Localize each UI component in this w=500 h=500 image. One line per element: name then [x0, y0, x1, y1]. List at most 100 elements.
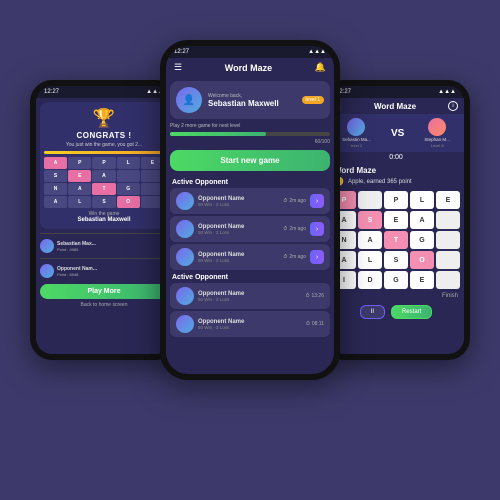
opp-card-info-2: Opponent Name 50 Win · 2 Loss	[198, 224, 279, 235]
time-val-1: 2m ago	[289, 198, 306, 204]
opp-time-1: ⏱ 2m ago	[283, 198, 306, 204]
opponent-row-1: Sebastian Max... Point : 4985 ⏱	[40, 237, 168, 255]
progress-bar	[170, 132, 330, 136]
left-screen: 🏆 CONGRATS ! You just win the game, you …	[36, 98, 172, 360]
opp-card-sub-1: 50 Win · 2 Loss	[198, 202, 279, 207]
opp-info-2: Opponent Nam... Point : 6548	[57, 266, 159, 277]
opponent-card-3: Opponent Name 50 Win · 2 Loss ⏱ 2m ago ›	[170, 244, 330, 270]
welcome-text: Welcome back, Sebastian Maxwell	[208, 93, 296, 108]
center-header: ☰ Word Maze 🔔	[166, 58, 334, 77]
avatar-1	[40, 239, 54, 253]
letter-G: G	[410, 231, 434, 249]
word-grid: A P P L E S E A N A T G A L	[44, 157, 164, 208]
right-header: ← Word Maze i	[328, 98, 464, 114]
center-phone: 12:27 ▲▲▲ ☰ Word Maze 🔔 👤 Welcome back, …	[160, 40, 340, 380]
maze-title: Word Maze	[328, 163, 464, 176]
congrats-sub: You just win the game, you got 2...	[44, 142, 164, 148]
opp-card-info-1: Opponent Name 50 Win · 2 Loss	[198, 196, 279, 207]
hamburger-icon[interactable]: ☰	[174, 62, 182, 73]
restart-button[interactable]: Restart	[391, 305, 432, 319]
letter-D: D	[358, 271, 382, 289]
right-icons: ▲▲▲	[438, 89, 456, 95]
divider	[40, 233, 168, 234]
right-status-bar: 12:27 ▲▲▲	[328, 86, 464, 98]
arrow-btn-2[interactable]: ›	[310, 222, 324, 236]
right-title: Word Maze	[374, 102, 416, 111]
letter-empty2	[436, 211, 460, 229]
letter-T: T	[384, 231, 408, 249]
letter-A2: A	[410, 211, 434, 229]
grid-cell: G	[117, 183, 140, 195]
letter-G2: G	[384, 271, 408, 289]
letter-E: E	[436, 191, 460, 209]
info-icon[interactable]: i	[448, 101, 458, 111]
grid-cell: A	[68, 183, 91, 195]
player2-name: Stephan M...	[424, 137, 450, 142]
letter-empty	[358, 191, 382, 209]
clock-icon-4: ⏱	[306, 293, 310, 299]
opp-card-sub-5: 50 Win · 2 Loss	[198, 325, 302, 330]
arrow-btn-1[interactable]: ›	[310, 194, 324, 208]
vs-section: Sebastin Ma... level 2 VS Stephan M... L…	[328, 114, 464, 152]
grid-cell: N	[44, 183, 67, 195]
grid-cell: T	[92, 183, 115, 195]
arrow-btn-3[interactable]: ›	[310, 250, 324, 264]
center-icons: ▲▲▲	[308, 49, 326, 55]
grid-cell: L	[117, 157, 140, 169]
right-screen: ← Word Maze i Sebastin Ma... level 2 VS …	[328, 98, 464, 360]
letter-L: L	[410, 191, 434, 209]
grid-cell: O	[117, 196, 140, 208]
player1: Sebastin Ma... level 2	[342, 118, 371, 148]
user-name: Sebastian Maxwell	[208, 99, 296, 108]
opp-card-sub-4: 50 Win · 2 Loss	[198, 297, 302, 302]
back-link[interactable]: Back to home screen	[40, 302, 168, 308]
divider	[40, 258, 168, 259]
letter-A3: A	[358, 231, 382, 249]
opponent-card-5: Opponent Name 50 Win · 2 Loss ⏱ 08:11	[170, 311, 330, 337]
bell-icon[interactable]: 🔔	[315, 62, 326, 73]
opp-avatar-5	[176, 315, 194, 333]
grid-cell: A	[44, 157, 67, 169]
grid-cell: P	[68, 157, 91, 169]
opp-card-info-3: Opponent Name 50 Win · 2 Loss	[198, 252, 279, 263]
game-timer: 0:00	[328, 152, 464, 163]
gold-bar	[44, 151, 164, 154]
opp-time-2: ⏱ 2m ago	[283, 226, 306, 232]
time-val-3: 2m ago	[289, 254, 306, 260]
active-opponent-title: Active Opponent	[172, 179, 328, 186]
grid-cell: S	[44, 170, 67, 182]
left-time: 12:27	[44, 89, 59, 95]
opp-card-sub-3: 50 Win · 2 Loss	[198, 258, 279, 263]
player-name: Sebastian Maxwell	[44, 217, 164, 223]
player2: Stephan M... Level 8	[424, 118, 450, 148]
letter-grid: P P L E A S E A N A T G A L S O I	[328, 189, 464, 291]
grid-cell: S	[92, 196, 115, 208]
right-phone: 12:27 ▲▲▲ ← Word Maze i Sebastin Ma... l…	[322, 80, 470, 360]
grid-cell: A	[92, 170, 115, 182]
trophy-icon: 🏆	[44, 108, 164, 129]
letter-empty4	[436, 251, 460, 269]
letter-S: S	[358, 211, 382, 229]
play-more-button[interactable]: Play More	[40, 284, 168, 299]
start-game-button[interactable]: Start new game	[170, 150, 330, 171]
player1-name: Sebastin Ma...	[342, 137, 371, 142]
vs-label: VS	[391, 128, 404, 139]
opponent-card-1: Opponent Name 50 Win · 2 Loss ⏱ 2m ago ›	[170, 188, 330, 214]
opp-avatar-4	[176, 287, 194, 305]
opp-avatar-2	[176, 220, 194, 238]
player1-level: level 2	[351, 143, 363, 148]
opp-card-info-5: Opponent Name 50 Win · 2 Loss	[198, 319, 302, 330]
congrats-title: CONGRATS !	[44, 131, 164, 140]
clock-icon-2: ⏱	[283, 226, 287, 232]
grid-cell: L	[68, 196, 91, 208]
center-time: 12:27	[174, 49, 189, 55]
header-title: Word Maze	[182, 63, 315, 73]
opponent-card-4: Opponent Name 50 Win · 2 Loss ⏱ 13:26	[170, 283, 330, 309]
letter-L: L	[358, 251, 382, 269]
pause-button[interactable]: II	[360, 305, 385, 319]
progress-label: 60/100	[170, 139, 330, 145]
grid-cell: P	[92, 157, 115, 169]
opp-info-1: Sebastian Max... Point : 4985	[57, 241, 159, 252]
time-val-4: 13:26	[311, 293, 324, 299]
finish-label: Finish	[328, 291, 464, 301]
